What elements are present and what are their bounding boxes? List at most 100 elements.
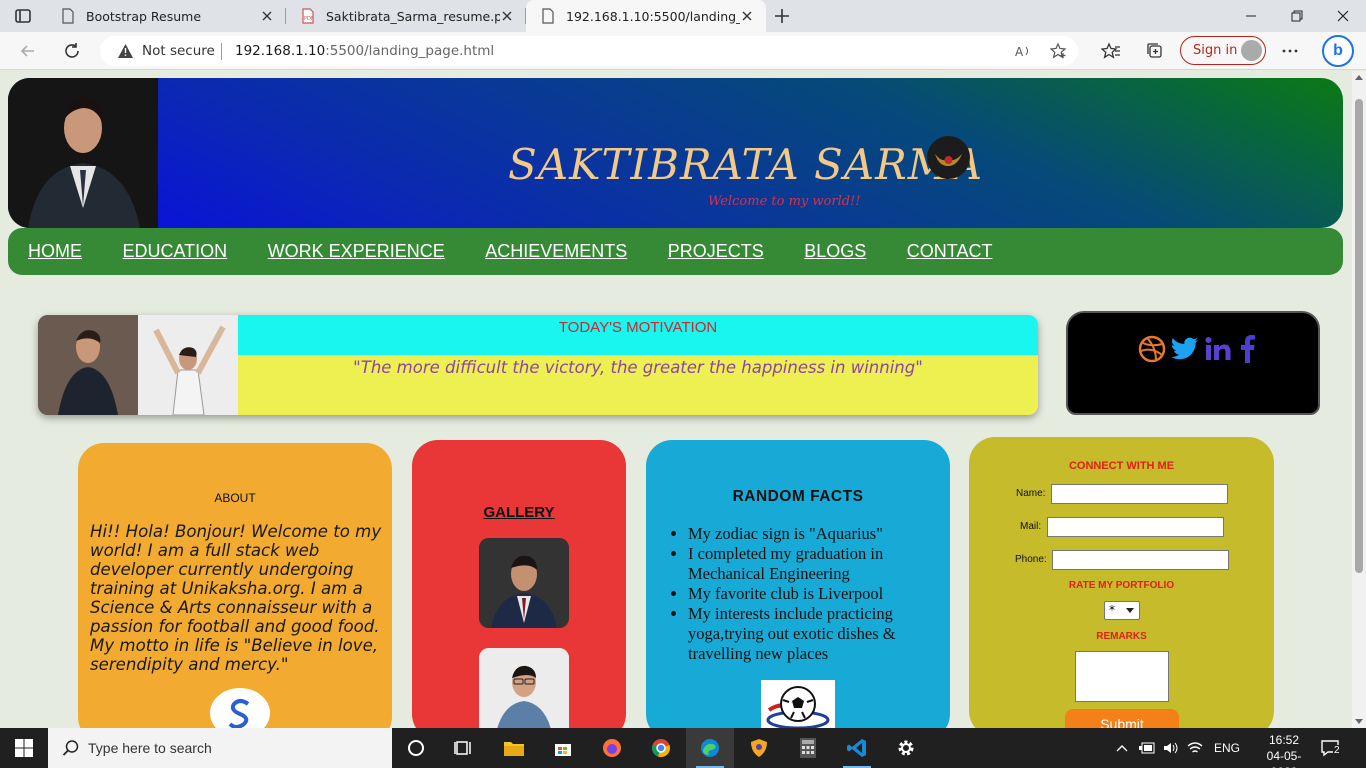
folder-icon [504,742,524,756]
close-window-button[interactable] [1320,0,1366,32]
clock-time: 16:52 [1268,733,1300,747]
about-heading: ABOUT [214,491,256,505]
url-text[interactable]: 192.168.1.10:5500/landing_page.html [235,43,494,59]
more-menu-icon[interactable] [1280,41,1300,61]
warning-icon[interactable] [117,43,134,59]
firefox-button[interactable] [588,728,636,768]
settings-button[interactable] [882,728,930,768]
emblem-logo [927,136,970,179]
tab-bootstrap-resume[interactable]: Bootstrap Resume [46,0,286,32]
new-tab-icon[interactable] [772,6,792,26]
tab-resume-pdf[interactable]: PDF Saktibrata_Sarma_resume.pdf [286,0,526,32]
motivation-header: TODAY'S MOTIVATION [238,315,1038,355]
nav-education[interactable]: EDUCATION [123,241,228,262]
read-aloud-icon[interactable]: A [1014,42,1032,60]
page-scrollbar[interactable] [1352,71,1366,728]
calculator-button[interactable] [784,728,832,768]
notification-badge: 2 [1333,745,1341,756]
list-item: My favorite club is Liverpool [688,584,938,604]
page-icon [62,8,74,24]
file-explorer-button[interactable] [490,728,538,768]
battery-icon[interactable] [1138,740,1156,756]
motivation-body: "The more difficult the victory, the gre… [238,355,1038,415]
refresh-icon[interactable] [62,41,82,61]
chevron-up-icon[interactable] [1114,740,1130,756]
motivation-quote: "The more difficult the victory, the gre… [353,358,923,377]
name-field[interactable] [1051,484,1228,504]
list-item: I completed my graduation in Mechanical … [688,544,938,584]
cortana-button[interactable] [392,728,440,768]
nav-projects[interactable]: PROJECTS [668,241,764,262]
bing-chat-icon[interactable]: b [1322,35,1354,67]
close-icon [1337,10,1349,22]
search-icon [62,740,79,756]
vscode-button[interactable] [833,728,881,768]
remarks-label: REMARKS [1096,631,1147,642]
scroll-up-icon[interactable] [1355,75,1363,80]
language-indicator[interactable]: ENG [1214,741,1240,755]
person-portrait-icon [8,78,158,228]
email-field[interactable] [1047,517,1224,537]
store-button[interactable] [539,728,587,768]
close-icon[interactable] [500,9,514,23]
security-status[interactable]: Not secure [142,43,215,59]
minimize-icon [1246,15,1256,17]
rating-select[interactable]: * [1104,601,1140,620]
nav-achievements[interactable]: ACHIEVEMENTS [485,241,627,262]
linkedin-icon[interactable] [1204,335,1234,363]
tab-landing-page[interactable]: 192.168.1.10:5500/landing_page. [526,0,766,32]
nav-contact[interactable]: CONTACT [907,241,993,262]
scroll-down-icon[interactable] [1355,719,1363,724]
facebook-icon[interactable] [1238,335,1256,363]
motivation-photo-businessman [38,315,138,415]
start-button[interactable] [0,728,48,768]
about-text: Hi!! Hola! Bonjour! Welcome to my world!… [90,522,382,674]
social-icons [1138,335,1256,363]
nav-home[interactable]: HOME [28,241,82,262]
wifi-icon[interactable] [1186,740,1204,756]
vpn-button[interactable] [735,728,783,768]
main-nav: HOME EDUCATION WORK EXPERIENCE ACHIEVEME… [8,228,1343,275]
notification-center[interactable]: 2 [1320,728,1342,768]
restore-button[interactable] [1274,0,1320,32]
tab-actions-icon[interactable] [14,7,32,25]
favorites-icon[interactable] [1101,41,1121,61]
scrollbar-thumb[interactable] [1355,99,1363,573]
edge-icon [701,739,719,757]
phone-field[interactable] [1052,550,1229,570]
close-icon[interactable] [740,9,754,23]
chrome-button[interactable] [637,728,685,768]
task-view-button[interactable] [440,728,488,768]
browser-tab-bar: Bootstrap Resume PDF Saktibrata_Sarma_re… [0,0,1366,32]
twitter-icon[interactable] [1170,335,1200,363]
sign-in-button[interactable]: Sign in [1180,36,1266,65]
taskbar-search[interactable]: Type here to search [48,728,392,768]
tab-title: 192.168.1.10:5500/landing_page. [566,8,740,24]
edge-button[interactable] [686,728,734,768]
volume-icon[interactable] [1162,740,1180,756]
back-icon[interactable] [18,41,38,61]
gallery-photo-2[interactable] [479,648,569,728]
add-favorite-icon[interactable] [1050,42,1068,60]
site-tagline: Welcome to my world!! [708,194,861,209]
connect-card: CONNECT WITH ME Name: Mail: Phone: RATE … [969,437,1274,728]
url-path: :5500/landing_page.html [325,43,495,59]
site-title: SAKTIBRATA SARMA [508,140,984,189]
nav-blogs[interactable]: BLOGS [804,241,866,262]
dribbble-icon[interactable] [1138,335,1166,363]
s-logo-icon [228,699,250,728]
clock[interactable]: 16:52 04-05-2023 [1254,732,1314,768]
motivation-banner: TODAY'S MOTIVATION "The more difficult t… [38,315,1038,415]
nav-work-experience[interactable]: WORK EXPERIENCE [268,241,445,262]
businessman-image [38,315,138,415]
submit-button[interactable]: Submit [1065,709,1179,728]
gear-icon [898,740,914,756]
close-icon[interactable] [260,9,274,23]
calculator-icon [800,738,816,758]
address-bar[interactable]: Not secure 192.168.1.10:5500/landing_pag… [100,36,1078,66]
address-toolbar: Not secure 192.168.1.10:5500/landing_pag… [0,32,1366,70]
gallery-photo-1[interactable] [479,538,569,628]
remarks-textarea[interactable] [1075,651,1169,702]
minimize-button[interactable] [1228,0,1274,32]
collections-icon[interactable] [1145,41,1165,61]
